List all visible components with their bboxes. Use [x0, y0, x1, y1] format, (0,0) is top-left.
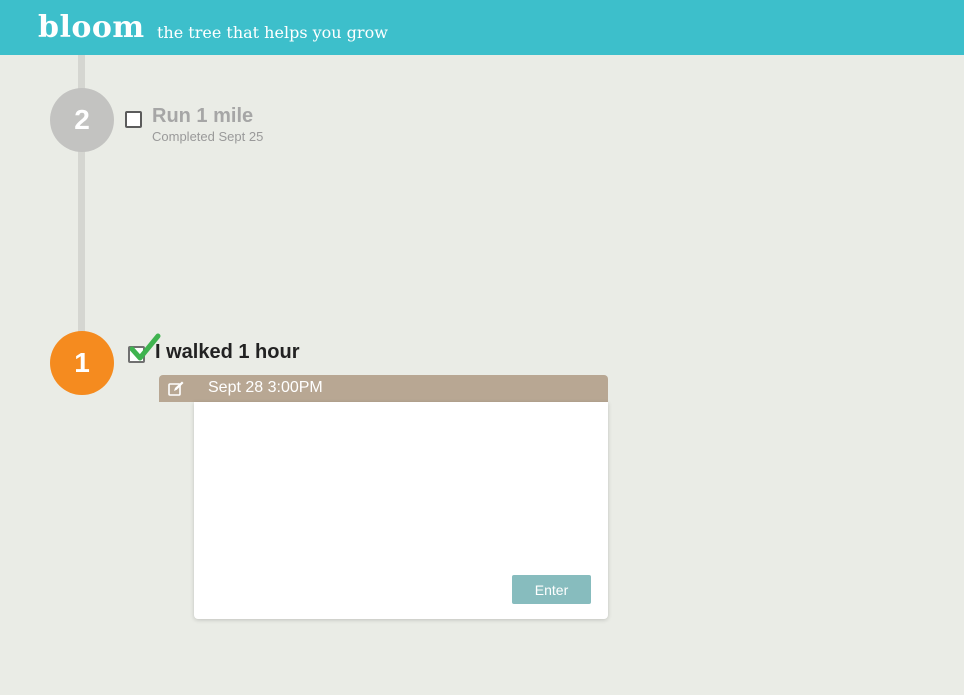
step-circle-1: 1	[50, 331, 114, 395]
tagline: the tree that helps you grow	[157, 23, 388, 42]
step-circle-2: 2	[50, 88, 114, 152]
enter-button[interactable]: Enter	[512, 575, 591, 604]
task-title-walk: I walked 1 hour	[155, 341, 300, 363]
brand-logo[interactable]: bloom	[38, 10, 145, 45]
entry-header: Sept 28 3:00PM	[159, 375, 608, 402]
entry-date: Sept 28 3:00PM	[208, 379, 323, 396]
task-completed-date: Completed Sept 25	[152, 129, 264, 144]
entry-text-input[interactable]	[204, 412, 602, 566]
entry-body: Enter	[194, 402, 608, 619]
task-checkbox-run[interactable]	[125, 111, 142, 128]
app-header: bloom the tree that helps you grow	[0, 0, 964, 55]
task-title-run: Run 1 mile	[152, 105, 254, 127]
journal-entry-card: Sept 28 3:00PM Enter	[159, 375, 608, 619]
edit-icon[interactable]	[167, 380, 185, 398]
